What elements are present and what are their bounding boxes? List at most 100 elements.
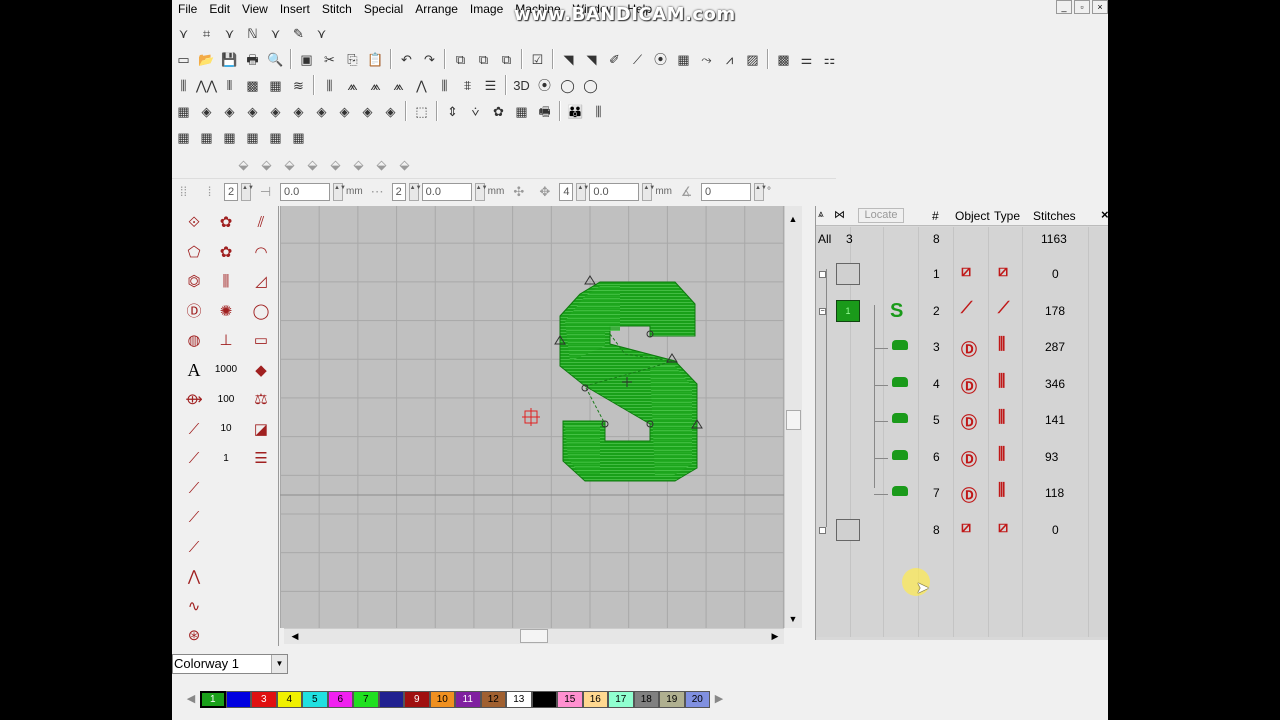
sequence-row[interactable]: 6 Ⓓ ⫼ 93 (816, 440, 1108, 476)
toolbar-icon[interactable]: ◥ (557, 48, 580, 70)
arrange-icon[interactable]: ◈ (264, 100, 287, 122)
transform-icon[interactable]: ⬙ (232, 153, 255, 175)
palette-color-swatch[interactable]: 10 (429, 690, 455, 708)
offset-field-2[interactable]: 0.0 (421, 182, 472, 201)
radial-count-field[interactable]: 4 (559, 182, 574, 201)
transform-icon[interactable]: ⬙ (370, 153, 393, 175)
digitizing-tool-icon[interactable]: ⟋ (180, 415, 208, 445)
digitizing-tool-icon[interactable]: 10 (212, 415, 240, 445)
selector-icon[interactable]: ⌗ (195, 22, 218, 44)
toolbar-icon[interactable]: ⟋ (626, 48, 649, 70)
digitizing-tool-icon[interactable]: ◠ (247, 238, 275, 268)
stitch-type-icon[interactable]: ≋ (287, 74, 310, 96)
palette-color-swatch[interactable]: 12 (480, 690, 506, 708)
colorway-select[interactable]: Colorway 1 ▼ (172, 654, 288, 674)
digitizing-tool-icon[interactable]: ⟴ (180, 385, 208, 415)
selector-icon[interactable]: ✎ (287, 22, 310, 44)
digitizing-tool-icon[interactable]: ◍ (180, 326, 208, 356)
palette-right-arrow[interactable]: ▶ (710, 689, 728, 709)
arrange-icon[interactable]: ✿ (487, 100, 510, 122)
menu-special[interactable]: Special (358, 1, 409, 17)
toolbar-icon[interactable]: 🔍 (264, 48, 287, 70)
toolbar-icon[interactable]: ⎘ (341, 48, 364, 70)
palette-color-swatch[interactable]: 7 (353, 690, 379, 708)
palette-color-swatch[interactable] (378, 690, 404, 708)
collapse-icon[interactable]: ⩓ (818, 209, 824, 220)
palette-color-swatch[interactable]: 5 (302, 690, 328, 708)
digitizing-tool-icon[interactable]: A (180, 356, 208, 386)
arrange-icon[interactable]: ◈ (287, 100, 310, 122)
radial-offset-field[interactable]: 0.0 (589, 182, 640, 201)
toolbar-icon[interactable]: ▨ (741, 48, 764, 70)
toolbar-icon[interactable]: ▦ (672, 48, 695, 70)
transform-icon[interactable]: ⬙ (324, 153, 347, 175)
palette-color-swatch[interactable]: 3 (251, 690, 277, 708)
tree-expander[interactable]: − (819, 307, 826, 315)
toolbar-icon[interactable]: ⚏ (818, 48, 841, 70)
digitizing-tool-icon[interactable]: ◯ (247, 297, 275, 327)
palette-color-swatch[interactable]: 19 (659, 690, 685, 708)
arrange-icon[interactable]: ⇕ (441, 100, 464, 122)
spin-6[interactable]: ▲▼ (642, 182, 655, 201)
color-tool-icon[interactable]: ▦ (241, 126, 264, 148)
angle-field[interactable]: 0 (701, 182, 752, 201)
stitch-type-icon[interactable]: ⫼ (433, 74, 456, 96)
spin-7[interactable]: ▲▼ (754, 182, 767, 201)
scroll-down-arrow[interactable]: ▼ (786, 612, 800, 626)
sequence-row[interactable]: 3 Ⓓ ⫼ 287 (816, 330, 1108, 366)
selector-icon[interactable]: ℕ (241, 22, 264, 44)
close-button[interactable]: × (1092, 0, 1108, 14)
digitizing-tool-icon[interactable]: ⟋ (180, 503, 208, 533)
palette-color-swatch[interactable]: 13 (506, 690, 532, 708)
arrange-icon[interactable]: ◈ (356, 100, 379, 122)
palette-color-swatch[interactable]: 6 (327, 690, 353, 708)
digitizing-tool-icon[interactable]: ⟋ (180, 533, 208, 563)
tree-expander[interactable] (819, 526, 826, 534)
design-canvas[interactable] (280, 206, 784, 628)
stitch-type-icon[interactable]: ▦ (264, 74, 287, 96)
scroll-up-arrow[interactable]: ▲ (786, 212, 800, 226)
digitizing-tool-icon[interactable]: ✺ (212, 297, 240, 327)
palette-color-swatch[interactable]: 20 (684, 690, 710, 708)
tree-expander[interactable] (819, 271, 826, 278)
palette-color-swatch[interactable]: 11 (455, 690, 481, 708)
digitizing-tool-icon[interactable]: 1000 (212, 356, 240, 386)
sequence-row[interactable]: 5 Ⓓ ⫼ 141 (816, 403, 1108, 439)
palette-color-swatch[interactable]: 17 (608, 690, 634, 708)
toolbar-icon[interactable]: ▣ (295, 48, 318, 70)
selector-icon[interactable]: ⋎ (310, 22, 333, 44)
minimize-button[interactable]: _ (1056, 0, 1072, 14)
arrange-icon[interactable]: 👪 (564, 100, 587, 122)
chevron-down-icon[interactable]: ▼ (271, 655, 287, 673)
transform-icon[interactable]: ⬙ (301, 153, 324, 175)
color-tool-icon[interactable]: ▦ (264, 126, 287, 148)
toolbar-icon[interactable]: 🖶 (241, 48, 264, 70)
arrange-icon[interactable]: ◈ (333, 100, 356, 122)
menu-view[interactable]: View (236, 1, 274, 17)
stitch-type-icon[interactable]: ⫼ (318, 74, 341, 96)
stitch-type-icon[interactable]: 3D (510, 74, 533, 96)
menu-edit[interactable]: Edit (203, 1, 236, 17)
stitch-type-icon[interactable]: ⫼ (172, 74, 195, 96)
toolbar-icon[interactable]: ⤳ (695, 48, 718, 70)
spin-1[interactable]: ▲▼ (241, 182, 254, 201)
offset-field-1[interactable]: 0.0 (280, 182, 330, 201)
arrange-icon[interactable]: ◈ (218, 100, 241, 122)
spacing-field-1[interactable]: 2 (224, 182, 238, 201)
digitizing-tool-icon[interactable]: 1 (212, 444, 240, 474)
digitizing-tool-icon[interactable]: ∿ (180, 592, 208, 622)
digitizing-tool-icon[interactable]: 100 (212, 385, 240, 415)
restore-button[interactable]: ▫ (1074, 0, 1090, 14)
stitch-type-icon[interactable]: ⩕ (341, 74, 364, 96)
toolbar-icon[interactable]: 📋 (364, 48, 387, 70)
toolbar-icon[interactable]: ☑ (526, 48, 549, 70)
digitizing-tool-icon[interactable]: ✿ (212, 238, 240, 268)
toolbar-icon[interactable]: ⚌ (795, 48, 818, 70)
palette-color-swatch[interactable]: 1 (200, 690, 226, 708)
spin-2[interactable]: ▲▼ (333, 182, 346, 201)
horizontal-scroll-thumb[interactable] (520, 629, 548, 643)
menu-arrange[interactable]: Arrange (409, 1, 464, 17)
digitizing-tool-icon[interactable]: ⬠ (180, 238, 208, 268)
transform-icon[interactable]: ⬙ (347, 153, 370, 175)
close-panel-icon[interactable]: × (1101, 207, 1108, 222)
